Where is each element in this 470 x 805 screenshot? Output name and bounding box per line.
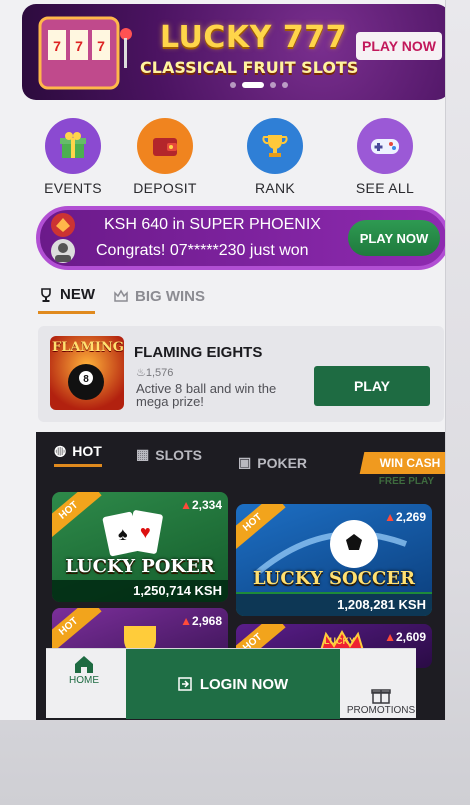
login-icon (178, 677, 192, 691)
quick-links: EVENTS DEPOSIT RANK SEE ALL (36, 118, 445, 196)
player-count: ▲2,334 (180, 498, 222, 512)
ticker-line-1: KSH 640 in SUPER PHOENIX (104, 216, 321, 233)
player-count-value: 2,968 (191, 614, 222, 628)
featured-thumb-text: FLAMING (52, 340, 124, 355)
game-name: LUCKY SOCCER (253, 568, 415, 589)
svg-text:♠: ♠ (118, 524, 128, 544)
crown-outline-icon (114, 289, 128, 302)
tab-hot[interactable]: ◍ HOT (54, 442, 102, 467)
game-tile-lucky-poker[interactable]: ♠ ♥ HOT ▲2,334 LUCKY POKER 1,250,714 KSH (52, 492, 228, 602)
game-tile-lucky-soccer[interactable]: HOT ▲2,269 LUCKY SOCCER 1,208,281 KSH (236, 504, 432, 616)
ticker-play-now-button[interactable]: PLAY NOW (348, 220, 440, 256)
featured-count-value: 1,576 (145, 367, 174, 379)
feed-tabs: NEW BIG WINS (38, 286, 205, 314)
win-cash-label: WIN CASH (379, 456, 441, 470)
login-now-label: LOGIN NOW (199, 675, 289, 693)
jackpot-amount: 1,208,281 KSH (236, 594, 432, 616)
svg-text:8: 8 (83, 374, 89, 385)
player-count: ▲2,609 (384, 630, 426, 644)
nav-promotions[interactable]: PROMOTIONS (346, 685, 416, 716)
quick-link-label: DEPOSIT (133, 180, 197, 196)
gift-outline-icon (371, 689, 391, 704)
quick-link-see-all[interactable]: SEE ALL (330, 118, 440, 196)
banner-title: LUCKY 777 (160, 20, 347, 55)
flame-icon: ♨ (136, 367, 146, 379)
svg-text:♥: ♥ (140, 522, 151, 542)
gamepad-icon (357, 118, 413, 174)
player-count-value: 2,269 (395, 510, 426, 524)
slot-machine-art: 7 7 7 (38, 16, 132, 90)
svg-text:7: 7 (53, 38, 61, 54)
carousel-dots[interactable] (230, 82, 288, 88)
winner-avatar-icon (51, 213, 75, 237)
tab-slots-label: SLOTS (155, 446, 202, 463)
svg-text:7: 7 (97, 38, 105, 54)
featured-game-title: FLAMING EIGHTS (134, 344, 263, 361)
quick-link-deposit[interactable]: DEPOSIT (110, 118, 220, 196)
flame-icon: ▲ (180, 498, 192, 512)
flame-icon: ◍ (54, 442, 67, 458)
game-name: LUCKY POKER (65, 556, 215, 577)
featured-game-thumbnail: 8 FLAMING (50, 336, 124, 410)
app-screen: 7 7 7 LUCKY 777 CLASSICAL FRUIT SLOTS PL… (0, 0, 446, 720)
carousel-dot-active[interactable] (242, 82, 264, 88)
quick-link-label: RANK (254, 180, 296, 196)
home-icon (75, 656, 93, 673)
featured-play-button[interactable]: PLAY (314, 366, 430, 406)
carousel-dot[interactable] (282, 82, 288, 88)
trophy-icon (247, 118, 303, 174)
game-category-tabs: ◍ HOT ▦ SLOTS ▣ POKER WIN CASH FREE PLAY (36, 432, 445, 487)
carousel-dot[interactable] (230, 82, 236, 88)
quick-link-label: EVENTS (44, 180, 102, 196)
win-cash-badge[interactable]: WIN CASH (359, 452, 445, 474)
flame-icon: ▲ (384, 510, 396, 524)
nav-promotions-label: PROMOTIONS (346, 705, 416, 716)
tab-new[interactable]: NEW (38, 286, 95, 314)
featured-game-description: Active 8 ball and win the mega prize! (136, 381, 277, 409)
carousel-dot[interactable] (270, 82, 276, 88)
quick-link-rank[interactable]: RANK (220, 118, 330, 196)
quick-link-label: SEE ALL (355, 180, 415, 196)
trophy-outline-icon (41, 287, 51, 302)
winner-ticker[interactable]: KSH 640 in SUPER PHOENIX Congrats! 07***… (36, 206, 445, 270)
featured-game-card[interactable]: 8 FLAMING FLAMING EIGHTS ♨1,576 Active 8… (38, 326, 444, 422)
player-count: ▲2,968 (180, 614, 222, 628)
tab-hot-label: HOT (72, 442, 102, 459)
tab-new-label: NEW (60, 286, 95, 303)
wallet-icon (137, 118, 193, 174)
tab-poker[interactable]: ▣ POKER (238, 454, 307, 471)
player-count-value: 2,609 (395, 630, 426, 644)
player-count-value: 2,334 (191, 498, 222, 512)
gift-icon (45, 118, 101, 174)
jackpot-amount: 1,250,714 KSH (52, 580, 228, 602)
tab-slots[interactable]: ▦ SLOTS (136, 446, 202, 463)
lucky-badge: LUCKY (324, 636, 355, 646)
cards-icon: ▣ (238, 454, 252, 470)
banner-subtitle: CLASSICAL FRUIT SLOTS (140, 58, 359, 77)
flame-icon: ▲ (384, 630, 396, 644)
slot-machine-icon: ▦ (136, 446, 150, 462)
flame-icon: ▲ (180, 614, 192, 628)
featured-player-count: ♨1,576 (136, 366, 173, 379)
ticker-line-2: Congrats! 07*****230 just won (96, 242, 309, 259)
login-now-button[interactable]: LOGIN NOW (126, 649, 340, 719)
banner-play-now-button[interactable]: PLAY NOW (356, 32, 442, 60)
tab-big-wins-label: BIG WINS (135, 287, 205, 305)
svg-text:7: 7 (75, 38, 83, 54)
tab-big-wins[interactable]: BIG WINS (113, 286, 205, 314)
quick-link-events[interactable]: EVENTS (36, 118, 110, 196)
nav-home[interactable]: HOME (52, 653, 116, 686)
nav-home-label: HOME (69, 675, 99, 686)
user-avatar-icon (51, 239, 75, 263)
tab-poker-label: POKER (257, 454, 308, 471)
free-play-label: FREE PLAY (378, 476, 434, 487)
player-count: ▲2,269 (384, 510, 426, 524)
bottom-navigation: HOME LOGIN NOW PROMOTIONS (46, 648, 416, 719)
promo-banner[interactable]: 7 7 7 LUCKY 777 CLASSICAL FRUIT SLOTS PL… (22, 4, 445, 100)
